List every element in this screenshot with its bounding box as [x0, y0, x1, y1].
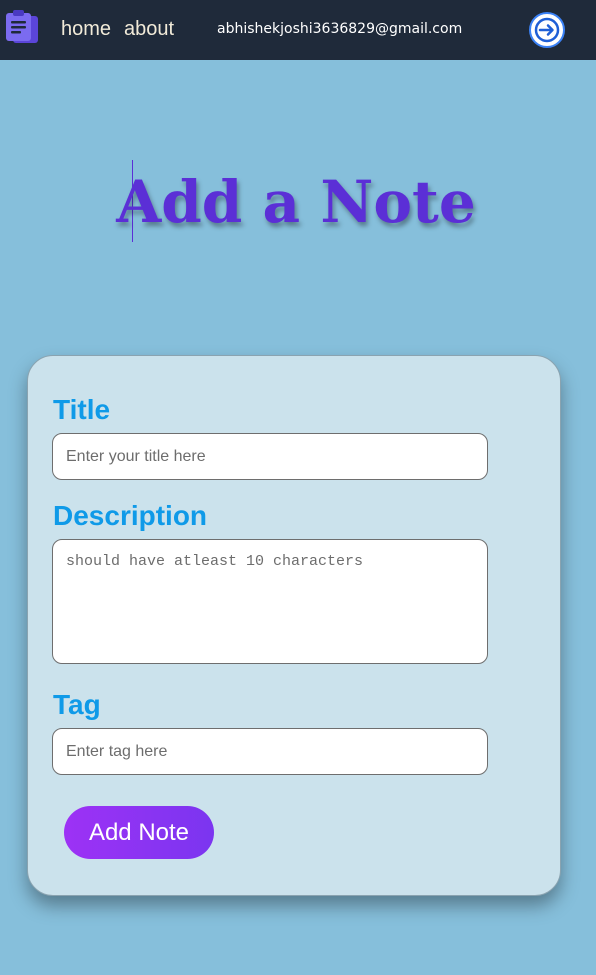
nav-link-home[interactable]: home [61, 16, 111, 42]
tag-label: Tag [53, 689, 101, 720]
notes-clipboard-icon[interactable] [4, 9, 40, 45]
title-input[interactable] [52, 433, 488, 480]
description-label: Description [53, 500, 208, 531]
title-label: Title [53, 394, 111, 425]
navbar: home about abhishekjoshi3636829@gmail.co… [0, 0, 596, 60]
tag-input[interactable] [52, 728, 488, 775]
logout-button[interactable] [529, 12, 565, 48]
nav-link-about[interactable]: about [124, 16, 174, 42]
user-email: abhishekjoshi3636829@gmail.com [217, 21, 463, 37]
add-note-button[interactable]: Add Note [64, 806, 214, 859]
description-textarea[interactable] [52, 539, 488, 664]
page-title: Add a Note [116, 168, 476, 236]
